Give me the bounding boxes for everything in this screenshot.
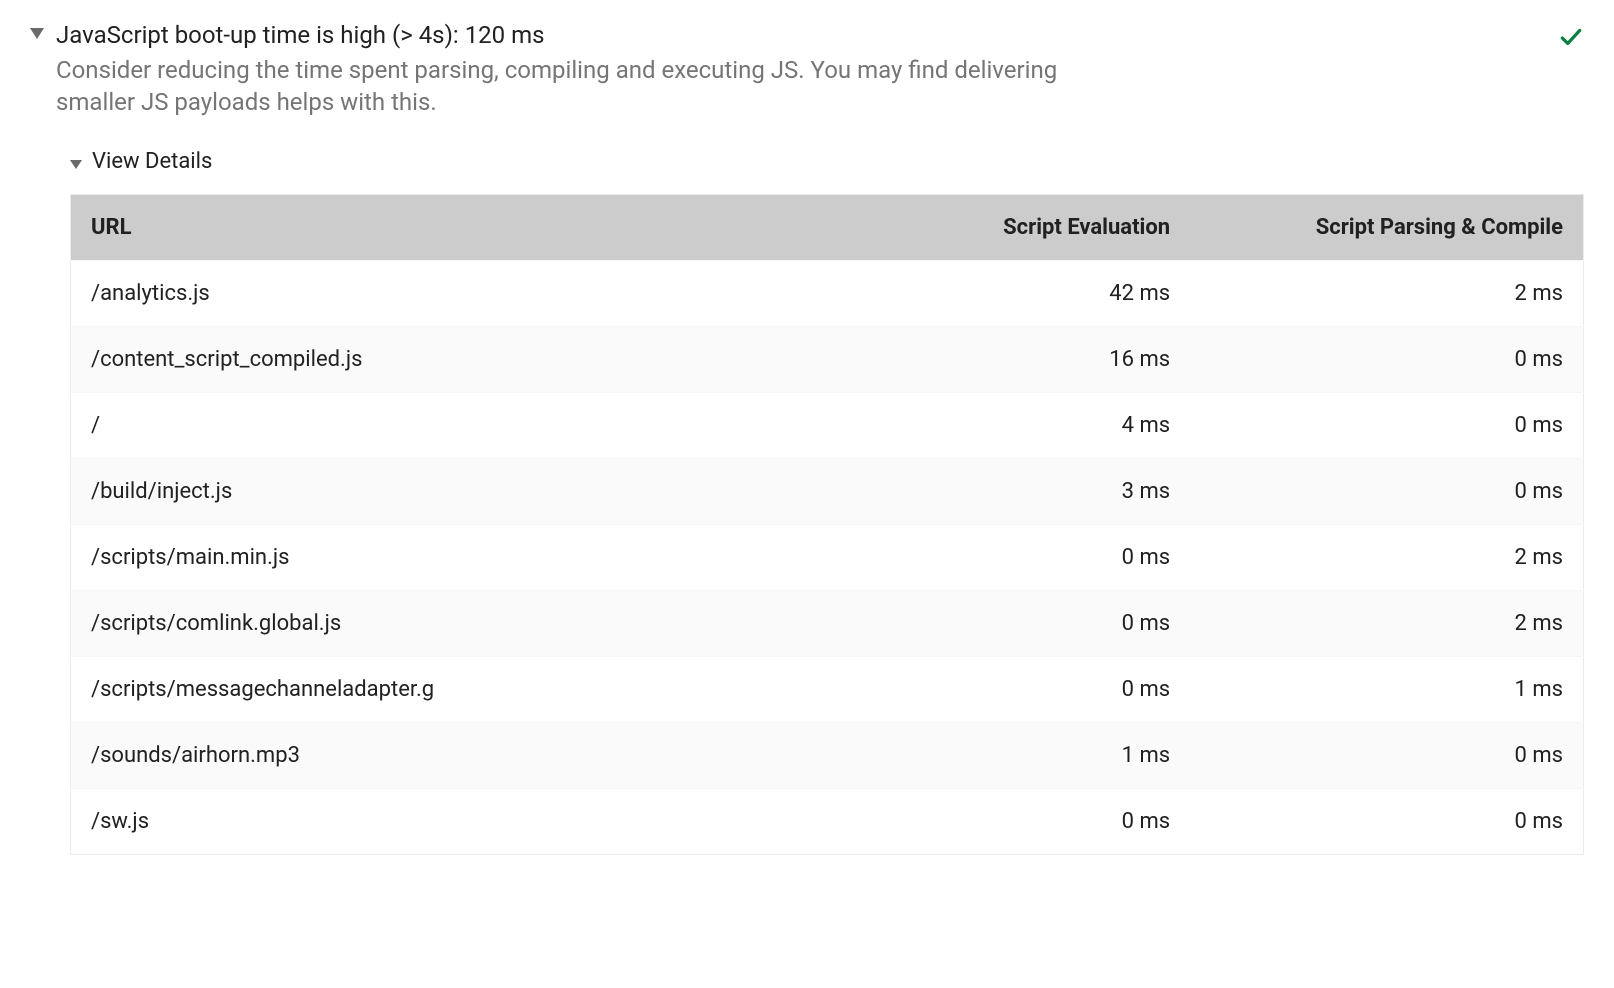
table-row: /sounds/airhorn.mp31 ms0 ms <box>71 722 1584 788</box>
cell-eval: 0 ms <box>797 524 1190 590</box>
details-label: View Details <box>92 149 212 174</box>
cell-url: /scripts/main.min.js <box>71 524 797 590</box>
audit-title: JavaScript boot-up time is high (> 4s): … <box>56 20 1584 50</box>
cell-url: /content_script_compiled.js <box>71 326 797 392</box>
cell-parse: 0 ms <box>1190 392 1583 458</box>
cell-eval: 3 ms <box>797 458 1190 524</box>
cell-url: /sw.js <box>71 788 797 854</box>
cell-eval: 16 ms <box>797 326 1190 392</box>
cell-url: /scripts/comlink.global.js <box>71 590 797 656</box>
details-expand-toggle-icon <box>70 160 82 169</box>
cell-eval: 1 ms <box>797 722 1190 788</box>
cell-url: /scripts/messagechanneladapter.g <box>71 656 797 722</box>
cell-url: /build/inject.js <box>71 458 797 524</box>
table-row: /4 ms0 ms <box>71 392 1584 458</box>
cell-url: / <box>71 392 797 458</box>
table-row: /sw.js0 ms0 ms <box>71 788 1584 854</box>
audit-item: JavaScript boot-up time is high (> 4s): … <box>30 20 1584 855</box>
audit-details: View Details URL Script Evaluation Scrip… <box>70 149 1584 855</box>
table-row: /build/inject.js3 ms0 ms <box>71 458 1584 524</box>
cell-parse: 0 ms <box>1190 722 1583 788</box>
table-row: /scripts/messagechanneladapter.g0 ms1 ms <box>71 656 1584 722</box>
column-header-eval: Script Evaluation <box>797 194 1190 260</box>
status-pass-icon <box>1558 24 1584 50</box>
table-row: /analytics.js42 ms2 ms <box>71 260 1584 326</box>
cell-url: /analytics.js <box>71 260 797 326</box>
cell-parse: 2 ms <box>1190 524 1583 590</box>
cell-parse: 0 ms <box>1190 326 1583 392</box>
cell-eval: 0 ms <box>797 788 1190 854</box>
cell-parse: 0 ms <box>1190 788 1583 854</box>
details-toggle[interactable]: View Details <box>70 149 1584 174</box>
cell-url: /sounds/airhorn.mp3 <box>71 722 797 788</box>
column-header-url: URL <box>71 194 797 260</box>
cell-parse: 2 ms <box>1190 260 1583 326</box>
table-row: /scripts/main.min.js0 ms2 ms <box>71 524 1584 590</box>
audit-expand-toggle-icon[interactable] <box>30 28 44 39</box>
audit-description: Consider reducing the time spent parsing… <box>56 54 1116 119</box>
bootup-time-table: URL Script Evaluation Script Parsing & C… <box>70 194 1584 855</box>
column-header-parse: Script Parsing & Compile <box>1190 194 1583 260</box>
cell-eval: 4 ms <box>797 392 1190 458</box>
cell-eval: 0 ms <box>797 656 1190 722</box>
cell-parse: 1 ms <box>1190 656 1583 722</box>
cell-parse: 0 ms <box>1190 458 1583 524</box>
table-row: /content_script_compiled.js16 ms0 ms <box>71 326 1584 392</box>
cell-eval: 42 ms <box>797 260 1190 326</box>
cell-parse: 2 ms <box>1190 590 1583 656</box>
table-row: /scripts/comlink.global.js0 ms2 ms <box>71 590 1584 656</box>
cell-eval: 0 ms <box>797 590 1190 656</box>
